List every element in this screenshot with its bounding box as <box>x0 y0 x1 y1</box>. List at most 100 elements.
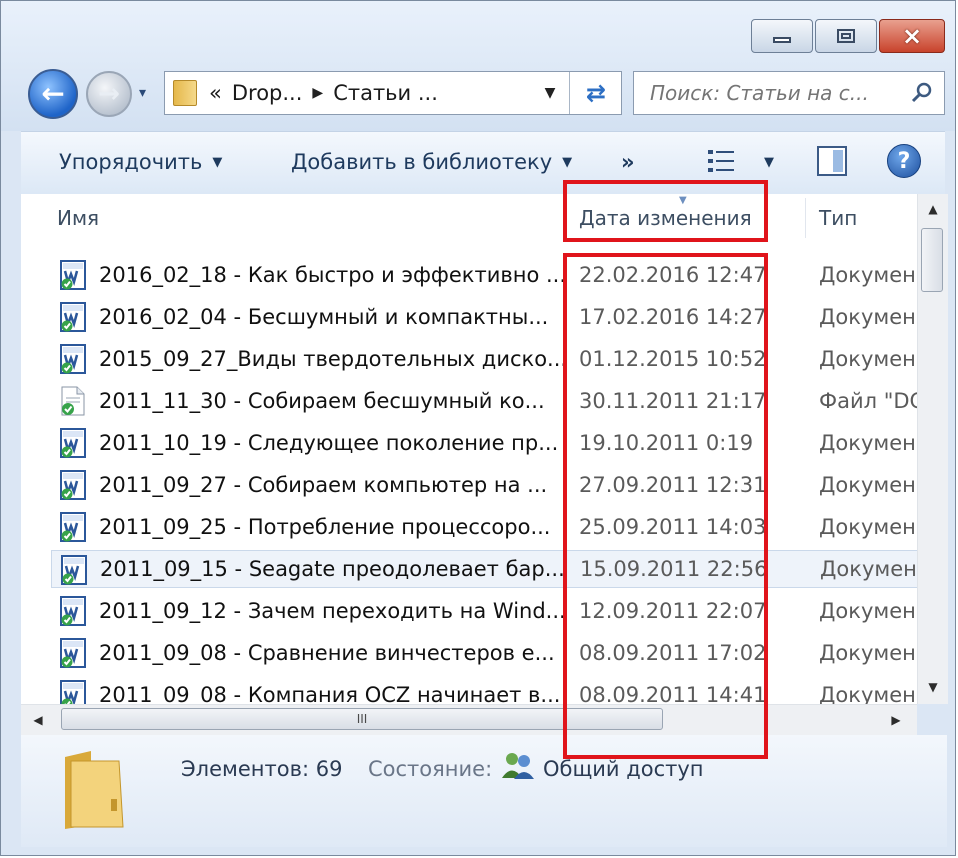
close-icon: × <box>901 22 923 50</box>
file-type: Докумен <box>819 515 916 539</box>
window-controls: × <box>751 19 945 53</box>
address-dropdown[interactable]: ▼ <box>535 72 565 114</box>
file-name: 2011_09_12 - Зачем переходить на Wind... <box>99 599 566 623</box>
horizontal-scrollbar[interactable]: ◀ III ▶ <box>21 704 917 735</box>
file-list: Имя ▼ Дата изменения Тип 2016_02_18 - Ка… <box>21 194 917 704</box>
word-doc-icon <box>60 638 86 668</box>
view-options-icon[interactable] <box>707 148 735 174</box>
explorer-window: × ← → ▾ « Drop... ▶ Статьи ... ▼ ⇄ Упоря… <box>0 0 956 856</box>
word-doc-icon <box>60 260 86 290</box>
file-row[interactable]: 2011_09_15 - Seagate преодолевает бар...… <box>51 550 917 588</box>
search-icon[interactable] <box>910 81 934 105</box>
more-label: » <box>621 150 635 174</box>
breadcrumb: « Drop... ▶ Статьи ... <box>209 72 438 114</box>
file-type: Докумен <box>820 557 917 581</box>
vertical-scroll-thumb[interactable] <box>921 228 943 292</box>
chevron-down-icon: ▼ <box>544 85 556 101</box>
file-row[interactable]: 2011_09_08 - Компания OCZ начинает в... 0… <box>51 676 917 704</box>
file-row[interactable]: 2011_09_25 - Потребление процессоро... 25… <box>51 508 917 546</box>
text-file-icon <box>61 386 85 416</box>
file-name: 2016_02_18 - Как быстро и эффективно ... <box>99 263 567 287</box>
scroll-right-icon[interactable]: ▶ <box>881 705 911 735</box>
breadcrumb-item-dropbox[interactable]: Drop... <box>232 81 303 105</box>
minimize-icon <box>773 37 791 43</box>
highlight-date-values <box>563 253 768 759</box>
preview-pane-icon[interactable] <box>817 146 847 176</box>
close-button[interactable]: × <box>879 19 945 53</box>
column-headers: Имя ▼ Дата изменения Тип <box>21 194 917 242</box>
column-divider[interactable] <box>805 198 806 238</box>
minimize-button[interactable] <box>751 19 813 53</box>
item-count: Элементов: 69 <box>181 757 343 781</box>
chevron-down-icon: ▼ <box>212 154 223 170</box>
file-type: Докумен <box>819 599 916 623</box>
file-name: 2016_02_04 - Бесшумный и компактны... <box>99 305 549 329</box>
scroll-up-icon[interactable]: ▲ <box>918 196 948 222</box>
help-icon[interactable]: ? <box>887 144 921 178</box>
file-name: 2011_09_25 - Потребление процессоро... <box>99 515 551 539</box>
word-doc-icon <box>60 680 86 704</box>
file-row[interactable]: 2015_09_27_Виды твердотельных диско... 01… <box>51 340 917 378</box>
arrow-right-icon: → <box>98 79 120 109</box>
folder-icon <box>173 80 197 106</box>
file-row[interactable]: 2011_09_12 - Зачем переходить на Wind...… <box>51 592 917 630</box>
add-to-library-button[interactable]: Добавить в библиотеку ▼ <box>291 132 572 192</box>
organize-button[interactable]: Упорядочить ▼ <box>59 132 222 192</box>
arrow-left-icon: ← <box>41 77 65 110</box>
vertical-scrollbar[interactable]: ▲ ▼ <box>917 194 948 704</box>
chevron-down-icon: ▼ <box>562 154 573 170</box>
file-type: Докумен <box>819 683 916 704</box>
breadcrumb-item-articles[interactable]: Статьи ... <box>333 81 438 105</box>
state-label: Состояние: <box>368 757 493 781</box>
file-row[interactable]: 2016_02_18 - Как быстро и эффективно ...… <box>51 256 917 294</box>
search-box <box>633 71 945 115</box>
organize-label: Упорядочить <box>59 150 203 174</box>
chevron-down-icon: ▾ <box>139 85 147 101</box>
file-type: Докумен <box>819 305 916 329</box>
maximize-button[interactable] <box>815 19 877 53</box>
file-name: 2011_09_08 - Компания OCZ начинает в... <box>99 683 561 704</box>
file-name: 2011_09_08 - Сравнение винчестеров е... <box>99 641 555 665</box>
word-doc-icon <box>60 302 86 332</box>
maximize-icon <box>837 29 855 43</box>
file-type: Файл "DC <box>819 389 917 413</box>
command-bar: Упорядочить ▼ Добавить в библиотеку ▼ » ▼ … <box>21 131 945 195</box>
file-type: Докумен <box>819 263 916 287</box>
file-name: 2011_09_27 - Собираем компьютер на ... <box>99 473 548 497</box>
word-doc-icon <box>60 470 86 500</box>
column-type[interactable]: Тип <box>819 206 857 230</box>
file-row[interactable]: 2011_10_19 - Следующее поколение пр... 19… <box>51 424 917 462</box>
chevron-right-icon[interactable]: ▶ <box>312 85 323 101</box>
file-name: 2011_10_19 - Следующее поколение пр... <box>99 431 559 455</box>
back-button[interactable]: ← <box>28 69 78 119</box>
highlight-date-column-header <box>563 180 768 242</box>
chevron-down-icon: ▼ <box>764 154 774 170</box>
recent-pages-dropdown[interactable]: ▾ <box>139 85 161 103</box>
search-input[interactable] <box>634 72 904 114</box>
file-name: 2011_09_15 - Seagate преодолевает бар... <box>100 557 565 581</box>
file-row[interactable]: 2011_11_30 - Собираем бесшумный ко... 30.… <box>51 382 917 420</box>
refresh-button[interactable]: ⇄ <box>569 72 622 114</box>
word-doc-icon <box>60 428 86 458</box>
grip-icon: III <box>356 712 368 726</box>
file-name: 2015_09_27_Виды твердотельных диско... <box>99 347 568 371</box>
scroll-down-icon[interactable]: ▼ <box>918 674 948 700</box>
sharing-status: Общий доступ <box>543 757 704 781</box>
file-row[interactable]: 2011_09_27 - Собираем компьютер на ... 27… <box>51 466 917 504</box>
address-bar[interactable]: « Drop... ▶ Статьи ... ▼ ⇄ <box>164 71 622 115</box>
file-row[interactable]: 2016_02_04 - Бесшумный и компактны... 17.… <box>51 298 917 336</box>
file-type: Докумен <box>819 473 916 497</box>
file-type: Докумен <box>819 641 916 665</box>
file-name: 2011_11_30 - Собираем бесшумный ко... <box>99 389 545 413</box>
forward-button[interactable]: → <box>86 71 132 117</box>
file-type: Докумен <box>819 431 916 455</box>
scroll-left-icon[interactable]: ◀ <box>23 705 53 735</box>
file-row[interactable]: 2011_09_08 - Сравнение винчестеров е... 0… <box>51 634 917 672</box>
breadcrumb-overflow[interactable]: « <box>209 81 222 105</box>
refresh-icon: ⇄ <box>585 79 607 107</box>
word-doc-icon <box>60 512 86 542</box>
column-name[interactable]: Имя <box>57 206 99 230</box>
add-to-library-label: Добавить в библиотеку <box>291 150 553 174</box>
word-doc-icon <box>61 555 87 585</box>
word-doc-icon <box>60 596 86 626</box>
